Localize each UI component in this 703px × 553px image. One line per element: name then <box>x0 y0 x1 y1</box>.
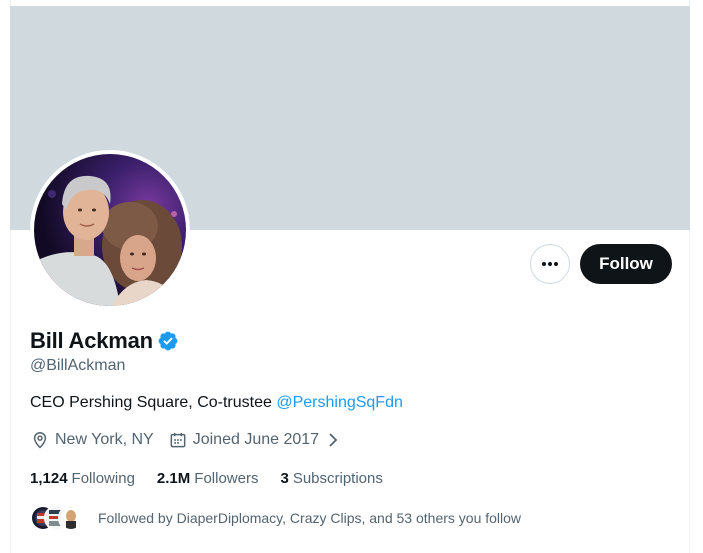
location-text: New York, NY <box>55 431 154 448</box>
more-dots-icon <box>542 262 558 266</box>
follow-button[interactable]: Follow <box>580 244 672 284</box>
joined-item[interactable]: Joined June 2017 <box>168 430 341 450</box>
profile-stats: 1,124 Following 2.1M Followers 3 Subscripti… <box>30 470 405 487</box>
subscriptions-stat[interactable]: 3 Subscriptions <box>280 470 382 487</box>
location-item: New York, NY <box>30 430 154 450</box>
subscriptions-count: 3 <box>280 470 289 487</box>
followed-by-avatars <box>30 505 86 531</box>
verified-badge-icon[interactable] <box>157 330 179 352</box>
calendar-icon <box>170 432 186 448</box>
profile-handle: @BillAckman <box>30 357 126 374</box>
followed-by-row[interactable]: Followed by DiaperDiplomacy, Crazy Clips… <box>30 505 521 531</box>
follow-button-label: Follow <box>599 254 653 273</box>
followers-count: 2.1M <box>156 470 191 487</box>
profile-page: Follow Bill Ackman @BillAckman CEO Persh… <box>0 0 703 553</box>
followers-stat[interactable]: 2.1M Followers <box>157 470 259 487</box>
followed-by-text: Followed by DiaperDiplomacy, Crazy Clips… <box>98 510 522 526</box>
more-options-button[interactable] <box>530 244 570 284</box>
follower-avatar <box>58 505 84 531</box>
profile-bio: CEO Pershing Square, Co-trustee @Pershin… <box>30 394 403 412</box>
display-name: Bill Ackman <box>30 328 153 353</box>
bio-mention-link[interactable]: @PershingSqFdn <box>276 394 403 411</box>
location-pin-icon <box>33 432 47 449</box>
display-name-row: Bill Ackman <box>30 326 179 356</box>
following-stat[interactable]: 1,124 Following <box>30 470 135 487</box>
profile-meta: New York, NY Joined June 2017 <box>30 430 355 450</box>
following-count: 1,124 <box>30 470 68 487</box>
profile-avatar[interactable] <box>30 150 190 310</box>
chevron-right-icon <box>329 433 338 447</box>
subscriptions-label: Subscriptions <box>292 470 383 487</box>
bio-text: CEO Pershing Square, Co-trustee <box>30 394 277 411</box>
following-label: Following <box>71 470 135 487</box>
followers-label: Followers <box>194 470 259 487</box>
joined-text: Joined June 2017 <box>192 431 320 448</box>
avatar-image <box>34 154 186 306</box>
